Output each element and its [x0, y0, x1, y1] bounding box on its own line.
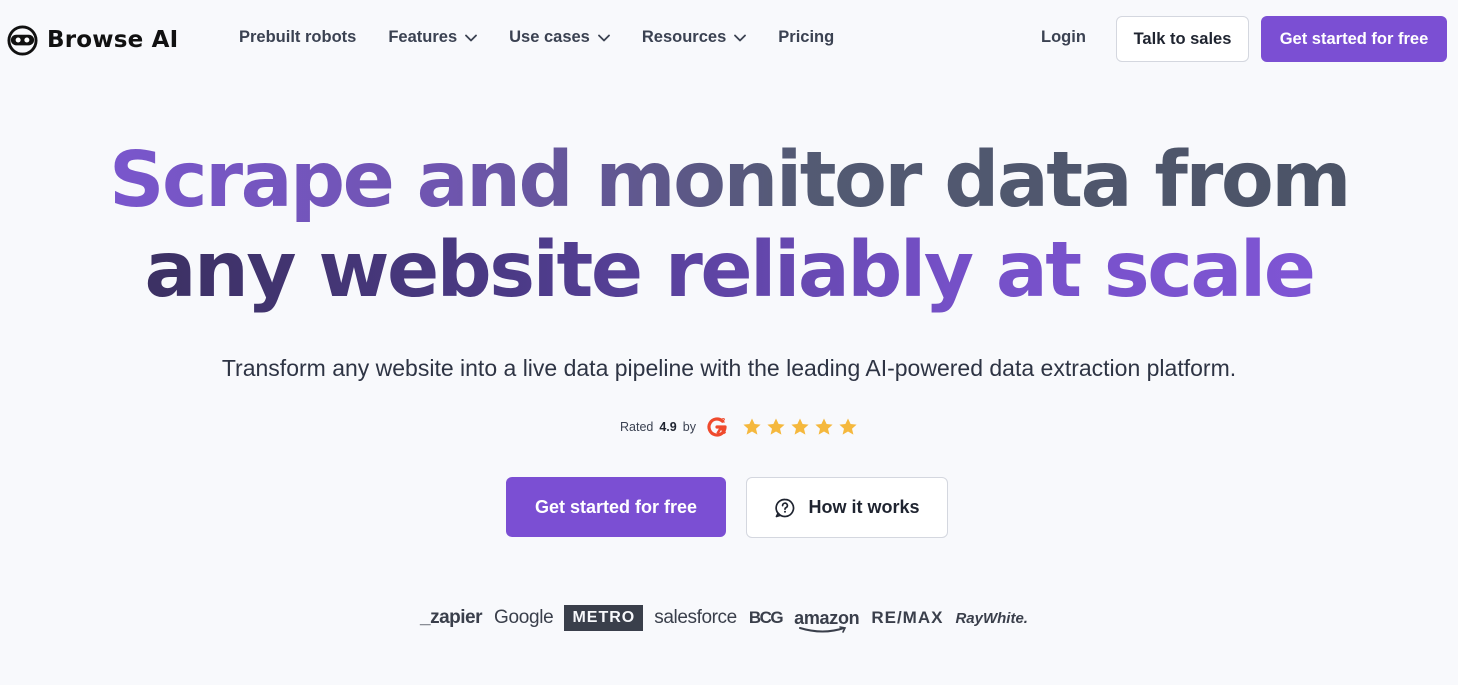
robot-head-icon	[7, 24, 38, 56]
star-icon	[791, 418, 809, 435]
nav-link-use-cases[interactable]: Use cases	[509, 28, 610, 47]
rating-stars	[742, 417, 858, 437]
headline-line-2: any website reliably at scale	[0, 226, 1458, 316]
g2-rating: Rated 4.9 by 2	[620, 416, 858, 438]
nav-get-started-button[interactable]: Get started for free	[1261, 16, 1447, 62]
remax-logo: RE/MAX	[871, 608, 944, 627]
nav-link-label: Resources	[641, 28, 727, 46]
g2-logo-icon: 2	[707, 417, 727, 437]
rating-prefix: Rated	[620, 420, 654, 434]
top-navigation: Browse AI Prebuilt robots Features Use c…	[0, 0, 1458, 78]
nav-link-label: Prebuilt robots	[239, 28, 357, 46]
svg-text:2: 2	[721, 418, 725, 425]
nav-link-label: Pricing	[778, 28, 835, 46]
salesforce-logo: salesforce	[654, 607, 737, 628]
nav-link-label: Features	[388, 28, 458, 46]
hero-subtitle: Transform any website into a live data p…	[221, 355, 1237, 381]
how-it-works-button[interactable]: How it works	[746, 477, 948, 538]
customer-logos: _zapier Google METRO salesforce BCG amaz…	[420, 604, 1028, 633]
google-logo: Google	[493, 607, 554, 628]
amazon-logo: amazon	[794, 608, 860, 633]
logo-text: Browse AI	[47, 27, 179, 53]
talk-to-sales-button[interactable]: Talk to sales	[1116, 16, 1249, 62]
login-link[interactable]: Login	[1041, 28, 1086, 47]
chevron-down-icon	[734, 34, 747, 41]
headline-line-1: Scrape and monitor data from	[0, 136, 1458, 226]
star-icon	[743, 418, 761, 435]
zapier-logo: _zapier	[420, 607, 482, 628]
rating-value: 4.9	[659, 420, 677, 434]
star-icon	[839, 418, 857, 435]
nav-link-label: Use cases	[509, 28, 590, 46]
hero-headline: Scrape and monitor data from any website…	[0, 136, 1458, 316]
chevron-down-icon	[597, 34, 610, 41]
nav-link-prebuilt-robots[interactable]: Prebuilt robots	[239, 28, 356, 47]
hero-get-started-button[interactable]: Get started for free	[506, 477, 726, 537]
metro-logo: METRO	[564, 605, 644, 631]
how-it-works-label: How it works	[808, 497, 920, 517]
nav-link-pricing[interactable]: Pricing	[778, 28, 834, 47]
raywhite-logo: RayWhite.	[955, 609, 1028, 627]
rating-suffix: by	[682, 420, 696, 434]
amazon-smile-icon	[799, 625, 847, 633]
browse-ai-logo[interactable]: Browse AI	[7, 24, 178, 56]
nav-link-resources[interactable]: Resources	[641, 28, 747, 47]
bcg-logo: BCG	[748, 608, 784, 627]
chevron-down-icon	[465, 34, 478, 41]
nav-link-features[interactable]: Features	[388, 28, 478, 47]
nav-links: Prebuilt robots Features Use cases Resou…	[239, 28, 834, 47]
star-icon	[815, 418, 833, 435]
star-icon	[767, 418, 785, 435]
chat-question-icon	[775, 498, 795, 517]
